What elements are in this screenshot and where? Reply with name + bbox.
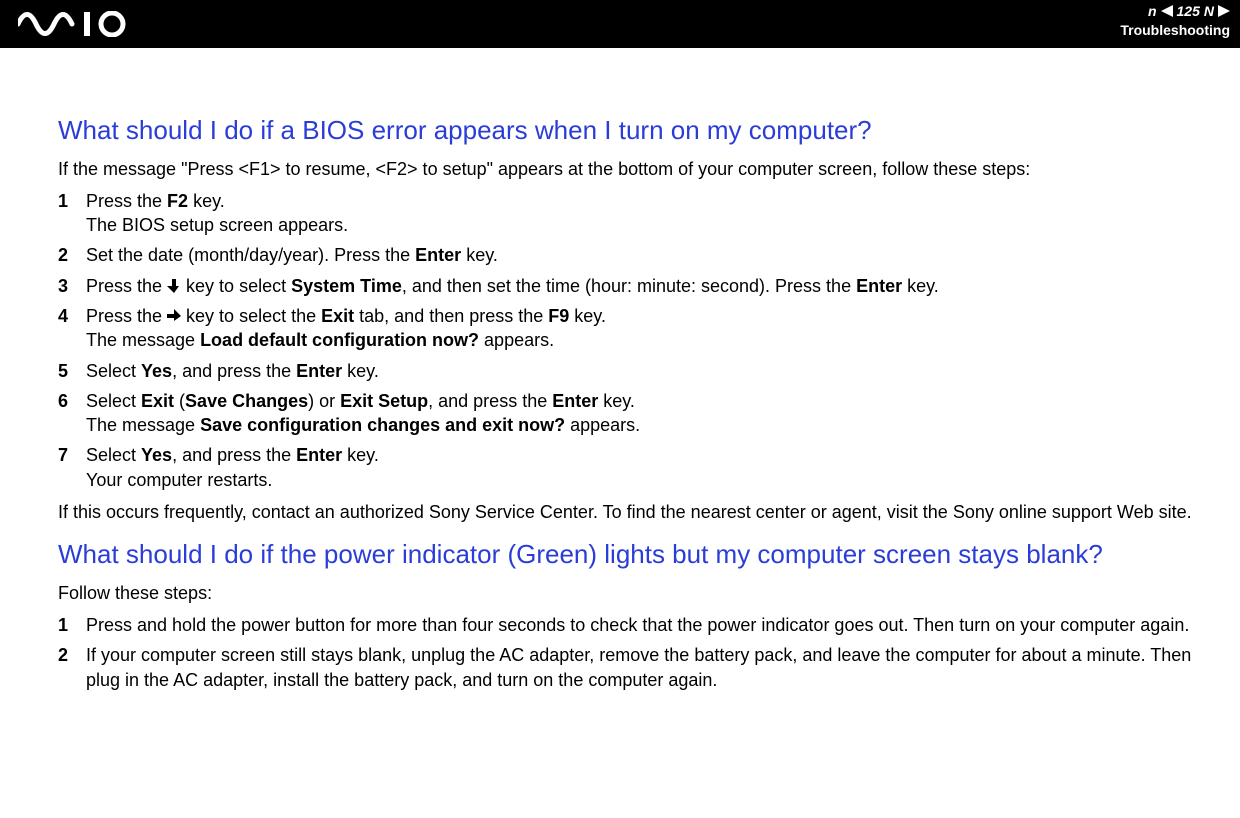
step-number: 5 (58, 359, 86, 383)
step-body: Press the F2 key. The BIOS setup screen … (86, 189, 1198, 238)
question-1-title: What should I do if a BIOS error appears… (58, 114, 1198, 147)
step-number: 2 (58, 243, 86, 267)
page-nav: n 125 N (1120, 2, 1230, 21)
step-body: Select Exit (Save Changes) or Exit Setup… (86, 389, 1198, 438)
step-number: 4 (58, 304, 86, 353)
step-body: Press the key to select System Time, and… (86, 274, 1198, 298)
question-1-steps: 1 Press the F2 key. The BIOS setup scree… (58, 189, 1198, 492)
vaio-logo (18, 11, 148, 37)
page-corner: n 125 N Troubleshooting (1120, 0, 1240, 40)
step-number: 6 (58, 389, 86, 438)
list-item: 2 If your computer screen still stays bl… (58, 643, 1198, 692)
page-header: n 125 N Troubleshooting (0, 0, 1240, 48)
list-item: 4 Press the key to select the Exit tab, … (58, 304, 1198, 353)
question-2-intro: Follow these steps: (58, 581, 1198, 605)
list-item: 7 Select Yes, and press the Enter key. Y… (58, 443, 1198, 492)
list-item: 3 Press the key to select System Time, a… (58, 274, 1198, 298)
arrow-right-icon (167, 309, 181, 323)
next-page-icon[interactable] (1218, 5, 1230, 17)
page-number: 125 (1177, 2, 1200, 21)
step-body: Select Yes, and press the Enter key. (86, 359, 1198, 383)
section-label: Troubleshooting (1120, 21, 1230, 40)
step-body: Press and hold the power button for more… (86, 613, 1198, 637)
step-number: 3 (58, 274, 86, 298)
vaio-logo-svg (18, 11, 148, 37)
step-number: 7 (58, 443, 86, 492)
list-item: 5 Select Yes, and press the Enter key. (58, 359, 1198, 383)
question-1-note: If this occurs frequently, contact an au… (58, 500, 1198, 524)
step-body: Press the key to select the Exit tab, an… (86, 304, 1198, 353)
step-number: 1 (58, 189, 86, 238)
step-body: Set the date (month/day/year). Press the… (86, 243, 1198, 267)
list-item: 1 Press and hold the power button for mo… (58, 613, 1198, 637)
step-number: 2 (58, 643, 86, 692)
arrow-down-icon (167, 279, 181, 293)
page-content: What should I do if a BIOS error appears… (0, 48, 1240, 692)
list-item: 2 Set the date (month/day/year). Press t… (58, 243, 1198, 267)
list-item: 6 Select Exit (Save Changes) or Exit Set… (58, 389, 1198, 438)
question-2-title: What should I do if the power indicator … (58, 538, 1198, 571)
step-number: 1 (58, 613, 86, 637)
n-indicator-left: n (1148, 2, 1157, 21)
prev-page-icon[interactable] (1161, 5, 1173, 17)
question-2-steps: 1 Press and hold the power button for mo… (58, 613, 1198, 692)
list-item: 1 Press the F2 key. The BIOS setup scree… (58, 189, 1198, 238)
n-indicator-right: N (1204, 2, 1214, 21)
step-body: If your computer screen still stays blan… (86, 643, 1198, 692)
question-1-intro: If the message "Press <F1> to resume, <F… (58, 157, 1198, 181)
step-body: Select Yes, and press the Enter key. You… (86, 443, 1198, 492)
